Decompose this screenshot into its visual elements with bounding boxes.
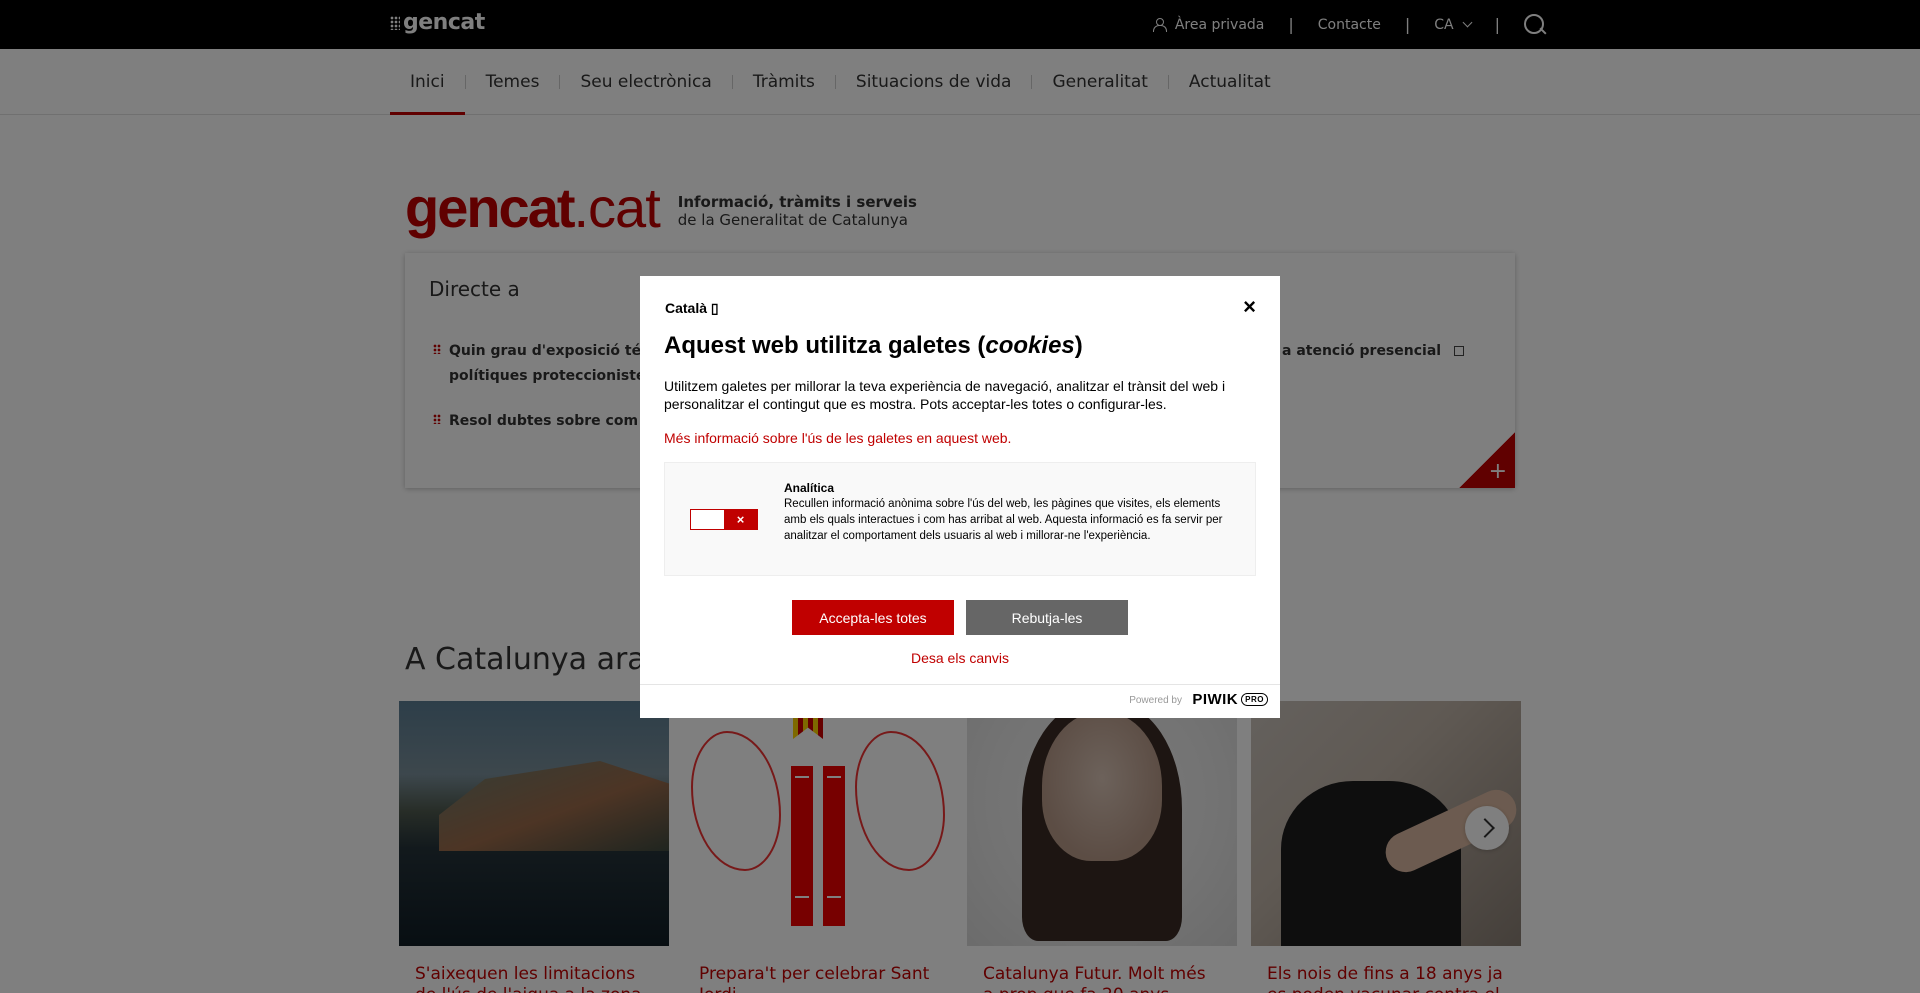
dialog-title: Aquest web utilitza galetes (cookies) — [664, 332, 1083, 360]
close-button[interactable]: × — [1243, 296, 1256, 318]
dialog-footer: Powered by PIWIK PRO — [640, 684, 1280, 718]
dialog-description: Utilitzem galetes per millorar la teva e… — [664, 378, 1226, 412]
language-selector[interactable]: Català ▯ — [665, 300, 719, 317]
piwik-wordmark: PIWIK — [1192, 691, 1239, 708]
title-prefix: Aquest web utilitza galetes ( — [664, 332, 986, 359]
save-changes-link[interactable]: Desa els canvis — [640, 650, 1280, 666]
piwik-pro-logo: PIWIK PRO — [1192, 691, 1268, 708]
toggle-x-icon: × — [724, 510, 757, 529]
accept-all-button[interactable]: Accepta-les totes — [792, 600, 954, 635]
cookie-category: × Analítica Recullen informació anònima … — [664, 462, 1256, 576]
toggle-off-area — [691, 510, 724, 529]
category-name: Analítica — [784, 481, 835, 495]
analytics-toggle[interactable]: × — [690, 509, 758, 530]
title-suffix: ) — [1074, 332, 1083, 359]
title-italic: cookies — [985, 332, 1075, 359]
pro-badge: PRO — [1241, 693, 1268, 706]
category-description: Recullen informació anònima sobre l'ús d… — [784, 498, 1223, 542]
powered-by-label: Powered by — [1129, 695, 1182, 706]
more-info-link[interactable]: Més informació sobre l'ús de les galetes… — [664, 430, 1011, 446]
language-label: Català — [665, 300, 708, 316]
reject-all-button[interactable]: Rebutja-les — [966, 600, 1128, 635]
cookie-consent-dialog: Català ▯ × Aquest web utilitza galetes (… — [640, 276, 1280, 718]
dropdown-icon: ▯ — [710, 300, 719, 316]
